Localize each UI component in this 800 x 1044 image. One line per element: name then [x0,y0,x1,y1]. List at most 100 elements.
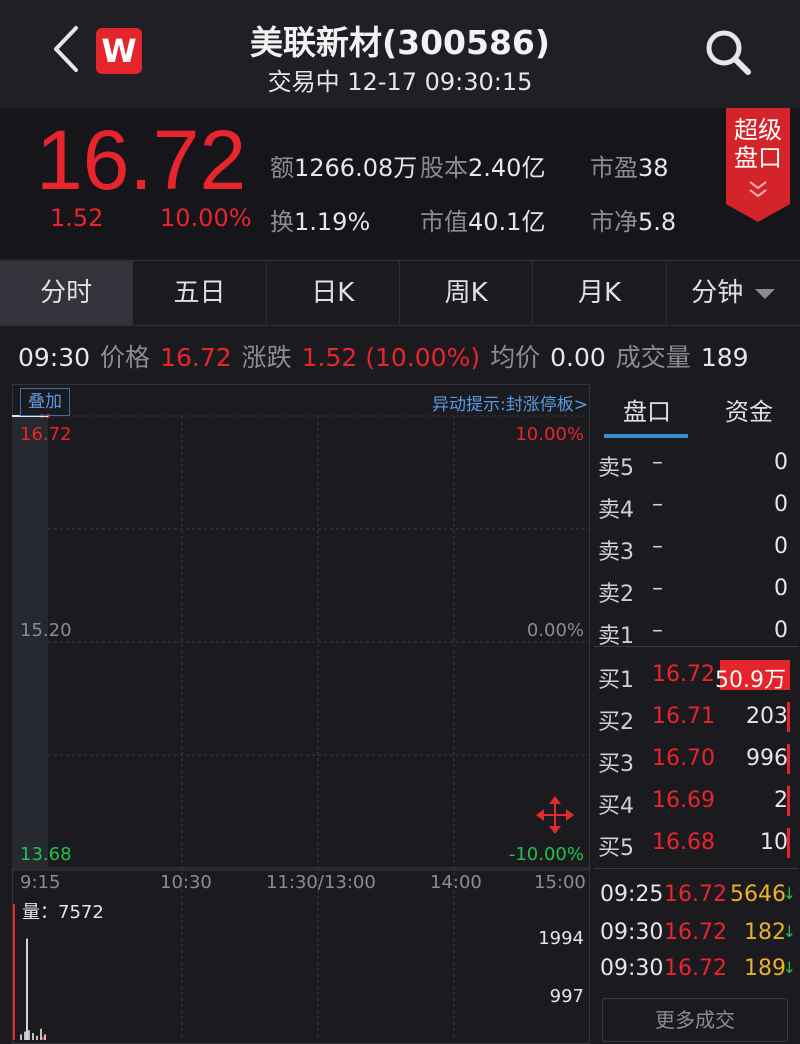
tab-capital-flow[interactable]: 资金 [698,384,800,440]
tab-five-day[interactable]: 五日 [133,261,267,325]
order-level-label: 卖2 [598,582,634,607]
ask-row[interactable]: 卖1– 0 [598,610,790,652]
move-crosshair-icon[interactable] [534,794,576,836]
stat-turnover-amount: 额1266.08万 [270,154,418,182]
x-tick-label: 10:30 [160,872,212,893]
trade-volume: 5646 [730,882,786,907]
volume-bar [20,1034,22,1040]
tab-label: 周K [444,278,488,308]
auction-zone [12,416,48,868]
order-volume: 0 [774,450,788,475]
order-level-label: 买1 [598,668,634,693]
more-trades-button[interactable]: 更多成交 [602,998,788,1042]
ask-row[interactable]: 卖4– 0 [598,484,790,526]
order-volume: 996 [746,746,788,771]
x-tick-label: 14:00 [430,872,482,893]
bid-row[interactable]: 买2 16.71 203 [598,696,790,738]
info-change: 1.52 (10.00%) [301,343,481,372]
trade-time: 09:30 [600,920,664,945]
ask-row[interactable]: 卖3– 0 [598,526,790,568]
volume-bar [42,1036,44,1040]
back-button[interactable] [44,22,88,76]
search-button[interactable] [700,24,756,80]
tab-minute[interactable]: 分钟 [667,261,800,325]
super-badge-label: 超级盘口 [734,116,782,172]
order-price: 16.71 [652,704,715,729]
volume-bar [24,1031,26,1040]
tab-weekly-k[interactable]: 周K [400,261,534,325]
info-time: 09:30 [18,343,91,372]
chart-period-tabs: 分时 五日 日K 周K 月K 分钟 [0,260,800,326]
overlay-button[interactable]: 叠加 [20,388,70,416]
trade-time: 09:25 [600,882,664,907]
intraday-chart[interactable] [12,384,590,1044]
order-level-label: 卖3 [598,540,634,565]
bid-row[interactable]: 买4 16.69 2 [598,780,790,822]
bid-row[interactable]: 买3 16.70 996 [598,738,790,780]
trade-price: 16.72 [664,956,727,981]
crosshair-info-line: 09:30 价格 16.72 涨跌 1.52 (10.00%) 均价 0.00 成交量 189 [18,338,759,374]
tab-label: 五日 [173,278,226,308]
trade-volume: 189 [744,956,786,981]
tab-order-book[interactable]: 盘口 [596,384,698,440]
trade-price: 16.72 [664,882,727,907]
chart-frame [12,384,590,1044]
ask-row[interactable]: 卖5– 0 [598,442,790,484]
order-volume: 50.9万 [715,668,786,693]
trades-divider [594,868,798,869]
order-price: 16.68 [652,830,715,855]
volume-tick-high: 1994 [538,928,584,949]
order-level-label: 买3 [598,752,634,777]
y-axis-min-label: 13.68 [20,844,72,865]
ask-row[interactable]: 卖2– 0 [598,568,790,610]
order-price: – [652,618,663,643]
current-price: 16.72 [36,113,247,207]
down-arrow-icon: ↓ [782,922,796,941]
order-level-label: 卖1 [598,624,634,649]
app-logo-icon[interactable]: W [96,28,142,74]
bid-row[interactable]: 买5 16.68 10 [598,822,790,864]
price-change: 1.52 [50,204,104,232]
tab-label: 月K [577,278,621,308]
info-change-label: 涨跌 [241,343,292,372]
stat-turnover-rate: 换1.19% [270,208,371,236]
pct-axis-min-label: -10.00% [508,844,584,865]
stock-title: 美联新材(300586) [250,23,550,62]
stat-market-cap: 市值40.1亿 [420,208,546,236]
volume-bar [40,1028,42,1040]
volume-tick-low: 997 [549,986,584,1007]
dropdown-caret-icon [755,288,776,299]
info-avg-label: 均价 [490,343,541,372]
order-price: 16.69 [652,788,715,813]
x-tick-label: 15:00 [534,872,586,893]
order-price: – [652,576,663,601]
trading-status: 交易中 12-17 09:30:15 [267,68,533,96]
x-tick-label: 11:30/13:00 [266,872,376,893]
y-axis-max-label: 16.72 [20,424,72,445]
order-level-label: 买2 [598,710,634,735]
tab-daily-k[interactable]: 日K [267,261,400,325]
bid-row[interactable]: 买1 16.72 50.9万 [598,654,790,696]
order-volume: 10 [760,830,788,855]
order-price: – [652,492,663,517]
side-panel-tabs: 盘口 资金 [596,384,800,440]
super-order-book-button[interactable]: 超级盘口 [726,108,790,222]
tab-intraday[interactable]: 分时 [0,261,134,325]
alert-link[interactable]: 异动提示:封涨停板> [400,390,588,415]
trade-volume: 182 [744,920,786,945]
chevron-left-icon [54,26,78,72]
search-icon [706,30,751,75]
intraday-chart-svg [12,384,590,1044]
tab-label: 分时 [40,278,93,308]
order-price: – [652,450,663,475]
order-price: 16.72 [652,662,715,687]
order-price: 16.70 [652,746,715,771]
order-level-label: 卖4 [598,498,634,523]
move-arrows-icon [536,796,574,834]
order-volume: 0 [774,576,788,601]
order-price: – [652,534,663,559]
order-volume: 0 [774,618,788,643]
tab-monthly-k[interactable]: 月K [533,261,667,325]
volume-bar [26,938,28,1040]
active-tab-indicator [604,434,688,438]
